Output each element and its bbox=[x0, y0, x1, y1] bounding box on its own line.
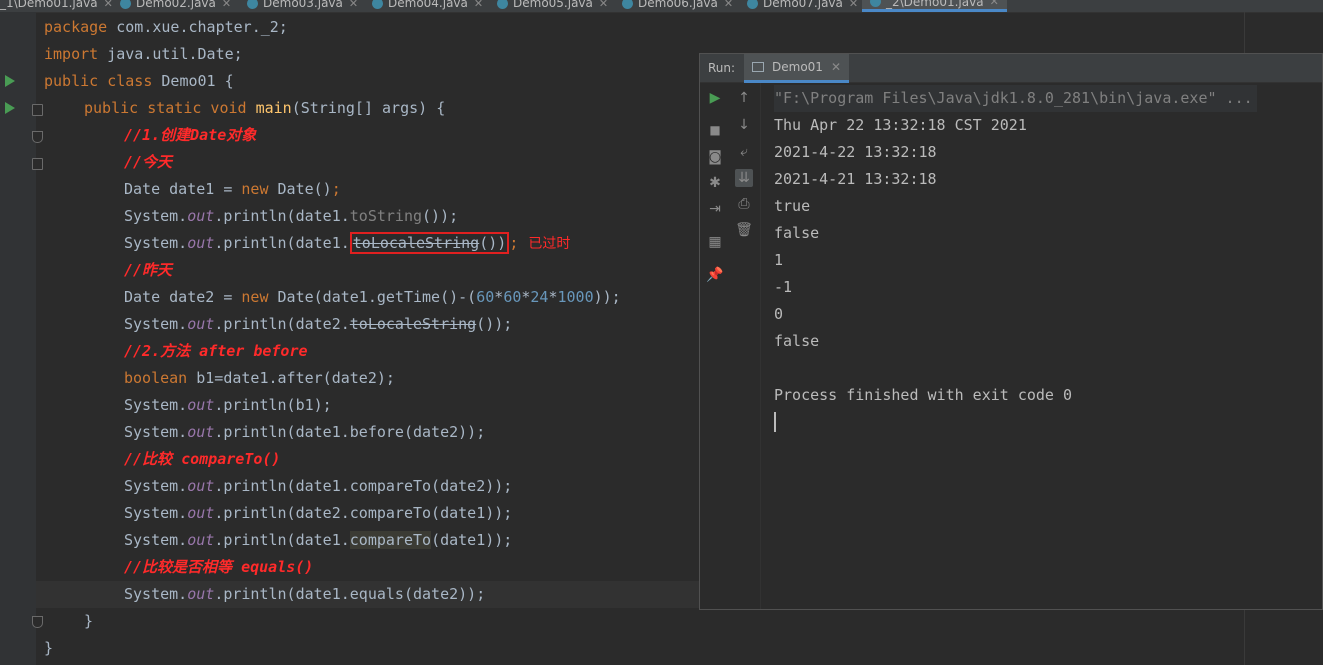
code-line: Date date2 = new Date(date1.getTime()-(6… bbox=[124, 288, 621, 306]
java-class-icon bbox=[120, 0, 131, 9]
close-icon[interactable]: ✕ bbox=[724, 0, 733, 10]
java-class-icon bbox=[622, 0, 633, 9]
run-main-icon[interactable] bbox=[5, 102, 15, 114]
tab-demo04[interactable]: Demo04.java ✕ bbox=[372, 0, 483, 12]
soft-wrap-icon[interactable]: ⤶ bbox=[735, 143, 753, 161]
code-line: } bbox=[44, 639, 54, 657]
console-output[interactable]: "F:\Program Files\Java\jdk1.8.0_281\bin\… bbox=[761, 83, 1321, 609]
run-class-icon[interactable] bbox=[5, 75, 15, 87]
console-line: Thu Apr 22 13:32:18 CST 2021 bbox=[774, 116, 1027, 134]
run-tab-demo01[interactable]: Demo01 ✕ bbox=[744, 54, 849, 83]
deprecated-highlight-box: toLocaleString()) bbox=[349, 232, 510, 254]
tab-label: Demo04.java bbox=[388, 0, 468, 10]
java-class-icon bbox=[497, 0, 508, 9]
console-line: false bbox=[774, 332, 820, 350]
code-line: public class Demo01 { bbox=[44, 72, 234, 90]
print-icon[interactable]: ⎙ bbox=[735, 195, 753, 213]
run-tool-window: Run: Demo01 ✕ ▶ ↑ ↓ ■ ⤶ ◙ ⇊ ✱ ⎙ ⇥ 🗑 ▦ 📌 … bbox=[699, 53, 1323, 610]
code-line: System.out.println(date2.toLocaleString(… bbox=[124, 315, 513, 333]
tab-demo05[interactable]: Demo05.java ✕ bbox=[497, 0, 608, 12]
layout-icon[interactable]: ▦ bbox=[706, 233, 724, 251]
code-line: System.out.println(b1); bbox=[124, 396, 332, 414]
close-icon[interactable]: ✕ bbox=[849, 0, 858, 10]
code-comment: //2.方法 after before bbox=[124, 342, 308, 360]
code-line: Date date1 = new Date(); bbox=[124, 180, 341, 198]
tab-demo03[interactable]: Demo03.java ✕ bbox=[247, 0, 358, 12]
code-line: System.out.println(date1.compareTo(date2… bbox=[124, 477, 513, 495]
console-line: -1 bbox=[774, 278, 793, 296]
console-line: 2021-4-21 13:32:18 bbox=[774, 170, 937, 188]
tab-demo01-chapter2[interactable]: _2\Demo01.java ✕ bbox=[862, 0, 1007, 12]
code-line: System.out.println(date1.before(date2)); bbox=[124, 423, 486, 441]
run-label: Run: bbox=[708, 61, 736, 75]
camera-icon[interactable]: ◙ bbox=[706, 148, 724, 166]
tab-label: Demo02.java bbox=[136, 0, 216, 10]
code-line: System.out.println(date1.compareTo(date1… bbox=[124, 531, 513, 549]
text-cursor bbox=[774, 412, 776, 432]
close-icon[interactable]: ✕ bbox=[104, 0, 113, 10]
java-class-icon bbox=[372, 0, 383, 9]
tab-label: _1\Demo01.java bbox=[0, 0, 98, 10]
code-comment: //昨天 bbox=[124, 261, 173, 279]
tab-label: Demo03.java bbox=[263, 0, 343, 10]
console-line: 2021-4-22 13:32:18 bbox=[774, 143, 937, 161]
tab-demo01-chapter1[interactable]: _1\Demo01.java ✕ bbox=[0, 0, 113, 12]
code-line: boolean b1=date1.after(date2); bbox=[124, 369, 395, 387]
code-line: package com.xue.chapter._2; bbox=[44, 18, 288, 36]
trash-icon[interactable]: 🗑 bbox=[735, 221, 753, 239]
console-line: "F:\Program Files\Java\jdk1.8.0_281\bin\… bbox=[774, 85, 1257, 112]
deprecated-note: 已过时 bbox=[528, 236, 571, 252]
tab-demo06[interactable]: Demo06.java ✕ bbox=[622, 0, 733, 12]
console-line: 1 bbox=[774, 251, 784, 269]
scroll-to-end-icon[interactable]: ⇊ bbox=[735, 169, 753, 187]
stop-icon[interactable]: ■ bbox=[706, 121, 724, 139]
pin-icon[interactable]: 📌 bbox=[706, 266, 724, 284]
code-line: import java.util.Date; bbox=[44, 45, 243, 63]
code-line: public static void main(String[] args) { bbox=[84, 99, 446, 117]
close-icon[interactable]: ✕ bbox=[831, 60, 841, 74]
debug-bug-icon[interactable]: ✱ bbox=[706, 174, 724, 192]
tab-label: Demo07.java bbox=[763, 0, 843, 10]
close-icon[interactable]: ✕ bbox=[349, 0, 358, 10]
code-line: System.out.println(date2.compareTo(date1… bbox=[124, 504, 513, 522]
run-toolbar: ▶ ↑ ↓ ■ ⤶ ◙ ⇊ ✱ ⎙ ⇥ 🗑 ▦ 📌 bbox=[700, 83, 761, 609]
rerun-icon[interactable]: ▶ bbox=[706, 89, 724, 107]
code-comment: //比较是否相等 equals() bbox=[124, 558, 314, 576]
code-comment: //1.创建Date对象 bbox=[124, 126, 257, 144]
java-class-icon bbox=[870, 0, 881, 7]
exit-icon[interactable]: ⇥ bbox=[706, 200, 724, 218]
code-comment: //比较 compareTo() bbox=[124, 450, 281, 468]
code-line: System.out.println(date1.equals(date2)); bbox=[124, 585, 486, 603]
java-class-icon bbox=[247, 0, 258, 9]
console-line: Process finished with exit code 0 bbox=[774, 386, 1073, 404]
run-header: Run: Demo01 ✕ bbox=[700, 54, 1322, 83]
run-tab-label: Demo01 bbox=[772, 60, 823, 74]
code-line: System.out.println(date1. toLocaleString(… bbox=[124, 232, 571, 254]
editor-gutter bbox=[0, 12, 43, 665]
tab-demo02[interactable]: Demo02.java ✕ bbox=[120, 0, 231, 12]
console-line: true bbox=[774, 197, 811, 215]
console-line: 0 bbox=[774, 305, 784, 323]
java-class-icon bbox=[747, 0, 758, 9]
console-icon bbox=[752, 62, 764, 72]
tab-label: _2\Demo01.java bbox=[886, 0, 984, 9]
arrow-down-icon[interactable]: ↓ bbox=[735, 116, 753, 134]
code-line: } bbox=[84, 612, 94, 630]
tab-demo07[interactable]: Demo07.java ✕ bbox=[747, 0, 858, 12]
close-icon[interactable]: ✕ bbox=[474, 0, 483, 10]
close-icon[interactable]: ✕ bbox=[222, 0, 231, 10]
code-comment: //今天 bbox=[124, 153, 173, 171]
tab-label: Demo05.java bbox=[513, 0, 593, 10]
arrow-up-icon[interactable]: ↑ bbox=[735, 89, 753, 107]
tab-label: Demo06.java bbox=[638, 0, 718, 10]
close-icon[interactable]: ✕ bbox=[990, 0, 999, 8]
code-line: System.out.println(date1.toString()); bbox=[124, 207, 459, 225]
console-line: false bbox=[774, 224, 820, 242]
close-icon[interactable]: ✕ bbox=[599, 0, 608, 10]
